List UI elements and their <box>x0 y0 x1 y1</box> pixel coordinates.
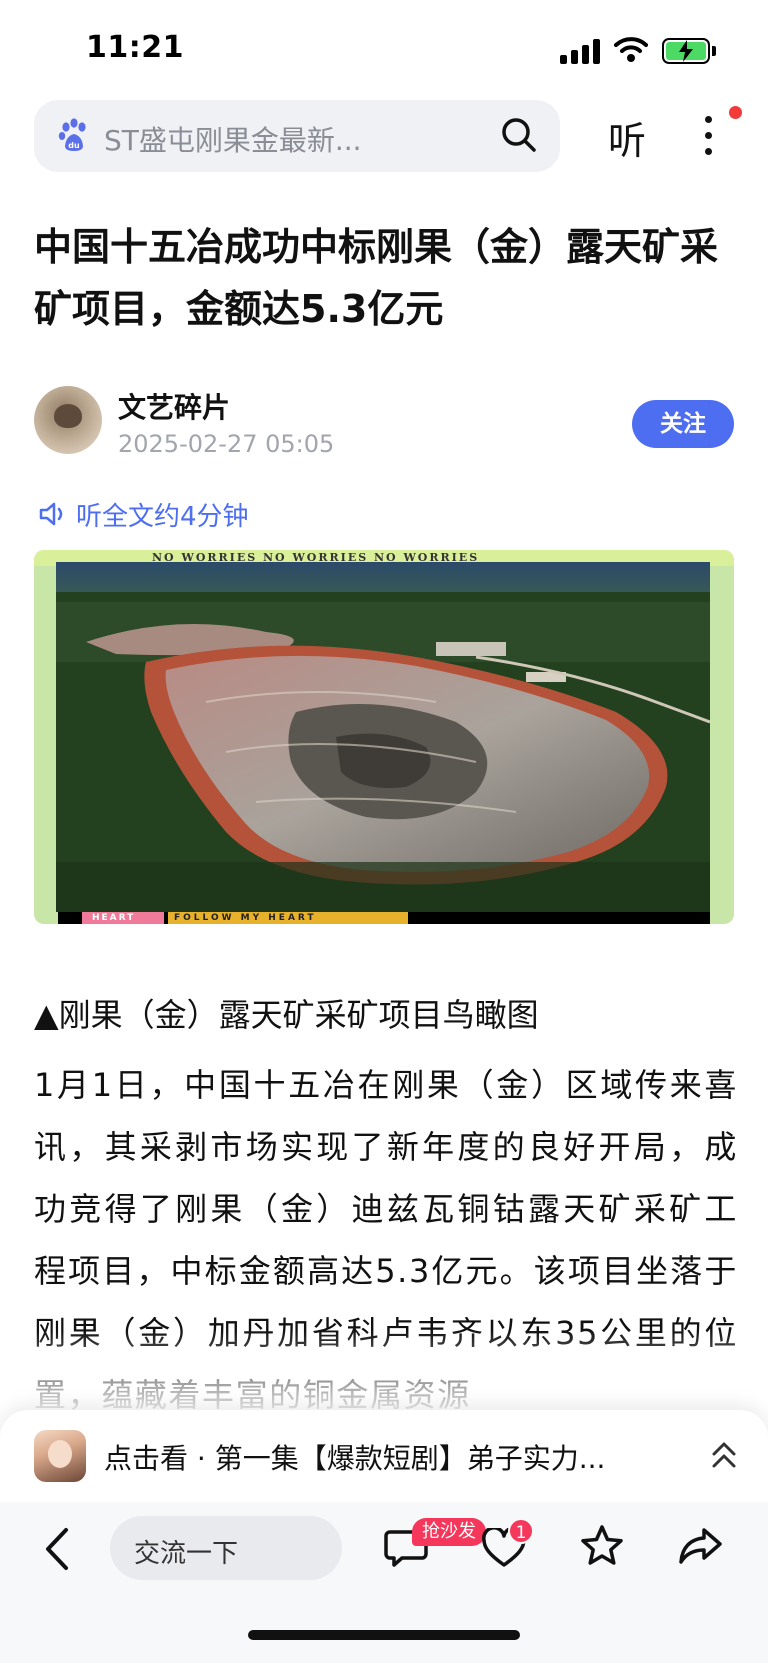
star-icon[interactable] <box>580 1524 624 1568</box>
sofa-badge: 抢沙发 <box>412 1518 486 1546</box>
image-bottom-band: HEART FOLLOW MY HEART <box>58 912 710 924</box>
search-query[interactable]: ST盛屯刚果金最新... <box>104 119 362 159</box>
screen: 11:21 du ST盛屯刚果金最新... 听 中国十五冶成功中标刚果（金）露天… <box>0 0 768 1663</box>
post-time: 2025-02-27 05:05 <box>118 430 335 458</box>
share-icon[interactable] <box>678 1526 722 1566</box>
listen-full-article-button[interactable]: 听全文约4分钟 <box>38 496 249 532</box>
chevron-up-icon[interactable] <box>710 1440 738 1472</box>
image-caption: ▲刚果（金）露天矿采矿项目鸟瞰图 <box>34 996 539 1034</box>
notification-dot <box>729 106 742 119</box>
author-avatar[interactable] <box>34 386 102 454</box>
follow-button[interactable]: 关注 <box>632 400 734 448</box>
home-indicator <box>248 1630 520 1640</box>
like-count-badge: 1 <box>508 1518 534 1544</box>
comment-input-placeholder: 交流一下 <box>134 1539 239 1569</box>
listen-button[interactable]: 听 <box>608 110 646 165</box>
article-image[interactable]: NO WORRIES NO WORRIES NO WORRIES HEART F… <box>34 550 734 924</box>
svg-text:du: du <box>68 141 80 150</box>
more-icon[interactable] <box>698 112 718 160</box>
wifi-icon <box>614 37 648 62</box>
image-bottom-pink-label: HEART <box>82 912 164 924</box>
drama-title[interactable]: 点击看 · 第一集【爆款短剧】弟子实力... <box>104 1437 674 1477</box>
status-time: 11:21 <box>86 30 184 65</box>
battery-icon <box>662 38 716 64</box>
search-icon[interactable] <box>500 116 538 154</box>
drama-recommendation-banner[interactable]: 点击看 · 第一集【爆款短剧】弟子实力... <box>0 1410 768 1502</box>
content-fade <box>0 1330 768 1410</box>
author-name[interactable]: 文艺碎片 <box>118 386 230 426</box>
listen-full-article-label: 听全文约4分钟 <box>76 501 249 532</box>
mine-aerial-photo <box>56 562 710 912</box>
paw-icon: du <box>58 118 86 151</box>
bottom-action-bar: 交流一下 抢沙发 1 <box>0 1502 768 1663</box>
comment-input[interactable]: 交流一下 <box>110 1516 342 1580</box>
cellular-signal-icon <box>560 38 602 64</box>
speaker-icon <box>39 502 63 526</box>
back-icon[interactable] <box>42 1526 72 1572</box>
search-bar[interactable]: du ST盛屯刚果金最新... <box>34 100 560 172</box>
image-bottom-band-text: FOLLOW MY HEART <box>168 912 408 924</box>
drama-thumbnail <box>34 1430 86 1482</box>
status-bar: 11:21 <box>0 0 768 96</box>
article-title: 中国十五冶成功中标刚果（金）露天矿采矿项目，金额达5.3亿元 <box>34 225 719 331</box>
